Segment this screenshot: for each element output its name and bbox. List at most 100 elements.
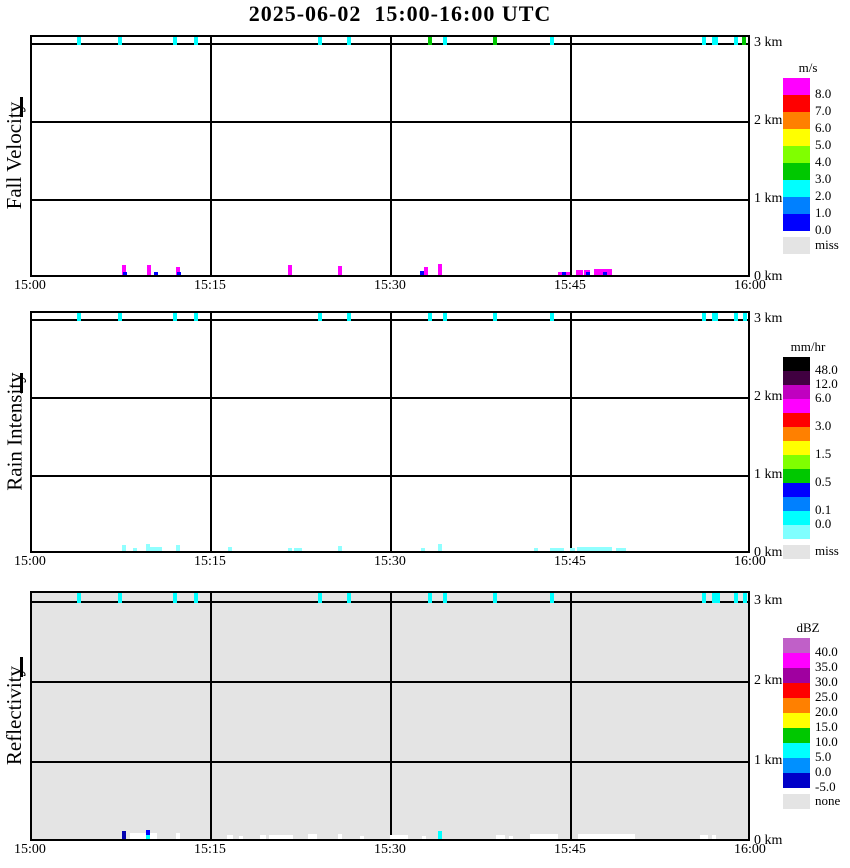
data-mark	[711, 37, 718, 45]
gridline-v	[210, 593, 212, 839]
colorbar-block	[783, 399, 810, 413]
gridline-v	[210, 37, 212, 275]
colorbar-tick-label: 40.0	[815, 644, 838, 659]
colorbar-tick-label: 0.0	[815, 764, 832, 779]
colorbar-tick-label: 15.0	[815, 719, 838, 734]
colorbar-miss-label: miss	[815, 236, 839, 252]
height-tick-label: 1 km	[754, 467, 783, 482]
data-mark	[318, 313, 322, 321]
colorbar-block	[783, 743, 810, 758]
colorbar-block	[783, 683, 810, 698]
gridline-v	[390, 593, 392, 839]
data-mark	[428, 313, 433, 321]
colorbar-block	[783, 371, 810, 385]
colorbar-block	[783, 146, 810, 163]
data-mark	[549, 313, 554, 321]
colorbar-tick-label: 7.0	[815, 103, 832, 118]
data-mark	[615, 548, 627, 551]
height-tick-label: 1 km	[754, 753, 783, 768]
height-tick-label: 2 km	[754, 389, 783, 404]
colorbar-block	[783, 728, 810, 743]
data-mark	[260, 835, 267, 839]
data-mark	[495, 835, 506, 839]
colorbar-block	[783, 698, 810, 713]
colorbar-block	[783, 163, 810, 180]
colorbar-block	[783, 413, 810, 427]
data-mark	[442, 37, 447, 45]
colorbar-tick-label: 3.0	[815, 171, 832, 186]
data-mark	[129, 833, 158, 839]
time-tick-label: 15:00	[14, 554, 46, 569]
height-tick-label: 2 km	[754, 673, 783, 688]
data-mark	[176, 545, 181, 551]
time-tick-label: 15:30	[374, 554, 406, 569]
data-mark	[421, 548, 426, 551]
colorbar-block	[783, 78, 810, 95]
data-mark	[308, 834, 317, 839]
data-mark	[172, 37, 177, 45]
height-tick-label: 3 km	[754, 593, 783, 608]
data-mark	[438, 831, 442, 839]
time-tick-label: 15:00	[14, 842, 46, 857]
data-mark	[530, 834, 558, 839]
colorbar-block	[783, 497, 810, 511]
data-mark	[117, 37, 122, 45]
colorbar-block	[783, 511, 810, 525]
gridline-v	[570, 593, 572, 839]
gridline-v	[390, 37, 392, 275]
data-mark	[702, 37, 706, 45]
fall-velocity-ylabel: Fall Velocity	[2, 102, 27, 210]
data-mark	[493, 37, 498, 45]
data-mark	[338, 546, 343, 551]
data-mark	[76, 37, 81, 45]
data-mark	[122, 545, 127, 551]
data-mark	[734, 593, 739, 603]
data-mark	[442, 313, 447, 321]
rain-intensity-ylabel: Rain Intensity	[2, 372, 27, 492]
data-mark	[226, 835, 233, 839]
data-mark	[238, 836, 243, 839]
colorbar-tick-label: 35.0	[815, 659, 838, 674]
colorbar-miss-block	[783, 794, 810, 809]
time-tick-label: 15:15	[194, 278, 226, 293]
gridline-v	[390, 313, 392, 551]
data-mark	[741, 37, 746, 45]
data-mark	[318, 37, 322, 45]
data-mark	[172, 313, 177, 321]
rain-intensity-plot-area	[30, 311, 750, 553]
colorbar-tick-label: 0.5	[815, 474, 832, 489]
colorbar-tick-label: 6.0	[815, 120, 832, 135]
data-mark	[442, 593, 447, 603]
colorbar-tick-label: 2.0	[815, 188, 832, 203]
colorbar-block	[783, 214, 810, 231]
data-mark	[549, 37, 554, 45]
ylabel-bar	[20, 97, 23, 117]
data-mark	[338, 834, 343, 839]
time-tick-label: 16:00	[734, 278, 766, 293]
time-tick-label: 15:45	[554, 842, 586, 857]
colorbar-miss-label: none	[815, 792, 841, 808]
data-mark	[742, 593, 747, 603]
colorbar-block	[783, 653, 810, 668]
data-mark	[146, 835, 151, 839]
gridline-v	[210, 313, 212, 551]
ylabel-bar	[20, 373, 23, 393]
data-mark	[702, 593, 706, 603]
colorbar-tick-label: 5.0	[815, 749, 832, 764]
time-tick-label: 15:30	[374, 842, 406, 857]
colorbar-tick-label: 1.0	[815, 205, 832, 220]
data-mark	[534, 548, 538, 551]
colorbar-tick-label: 0.0	[815, 222, 832, 237]
time-tick-label: 16:00	[734, 842, 766, 857]
data-mark	[424, 267, 429, 275]
data-mark	[576, 270, 583, 275]
data-mark	[438, 544, 442, 551]
data-mark	[123, 272, 127, 275]
colorbar-title: m/s	[798, 60, 818, 75]
data-mark	[228, 547, 232, 551]
data-mark	[150, 547, 162, 551]
time-tick-label: 15:00	[14, 278, 46, 293]
data-mark	[288, 548, 292, 551]
height-tick-label: 1 km	[754, 191, 783, 206]
colorbar-block	[783, 525, 810, 539]
